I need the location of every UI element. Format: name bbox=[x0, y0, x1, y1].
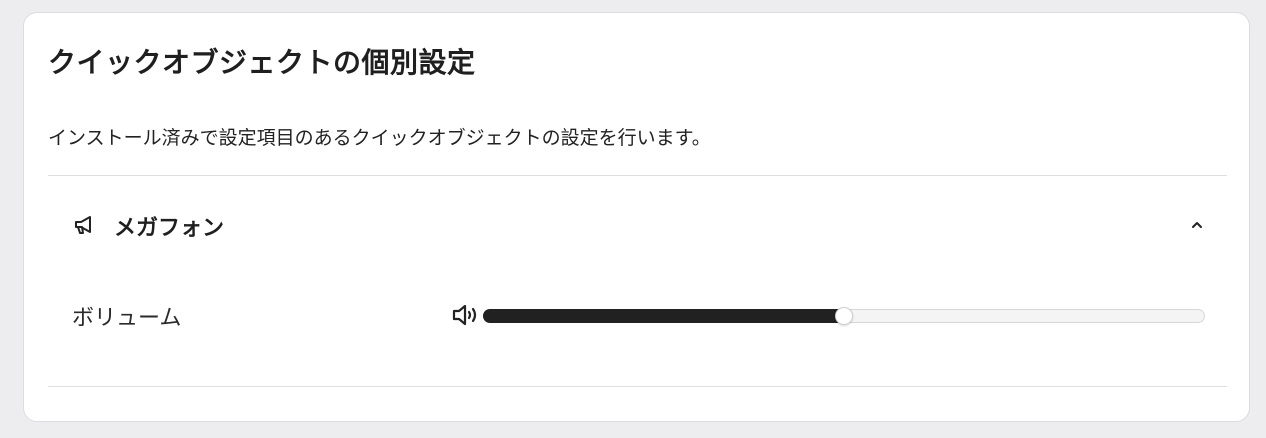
volume-slider[interactable] bbox=[483, 307, 1205, 325]
settings-card: クイックオブジェクトの個別設定 インストール済みで設定項目のあるクイックオブジェ… bbox=[23, 12, 1250, 422]
volume-slider-thumb[interactable] bbox=[835, 307, 853, 325]
page-description: インストール済みで設定項目のあるクイックオブジェクトの設定を行います。 bbox=[48, 127, 711, 149]
chevron-up-icon[interactable] bbox=[1189, 217, 1205, 233]
volume-slider-fill bbox=[483, 309, 844, 323]
megaphone-section-header[interactable]: メガフォン bbox=[48, 201, 1227, 249]
page-title: クイックオブジェクトの個別設定 bbox=[48, 46, 476, 79]
section-title: メガフォン bbox=[114, 216, 225, 241]
volume-label: ボリューム bbox=[72, 306, 182, 331]
divider bbox=[48, 386, 1227, 387]
divider bbox=[48, 175, 1227, 176]
megaphone-icon bbox=[72, 213, 96, 237]
speaker-volume-icon bbox=[452, 302, 482, 328]
